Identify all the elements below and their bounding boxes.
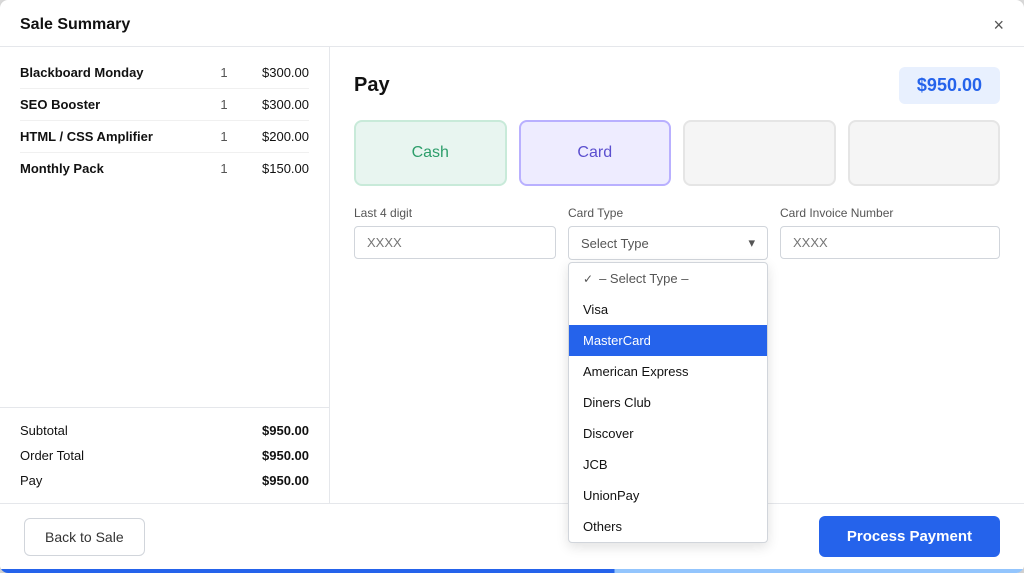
checkmark-icon: ✓ — [583, 272, 593, 286]
payment-methods: Cash Card — [354, 120, 1000, 186]
item-name: Blackboard Monday — [20, 65, 209, 80]
item-qty: 1 — [209, 161, 239, 176]
pay-row: Pay $950.00 — [20, 468, 309, 493]
cardtype-selected-label: Select Type — [581, 236, 649, 251]
last4-input[interactable] — [354, 226, 556, 259]
modal-title: Sale Summary — [20, 16, 130, 34]
invoice-group: Card Invoice Number — [780, 206, 1000, 259]
item-name: Monthly Pack — [20, 161, 209, 176]
item-name: HTML / CSS Amplifier — [20, 129, 209, 144]
last4-label: Last 4 digit — [354, 206, 556, 220]
table-row: Monthly Pack 1 $150.00 — [20, 153, 309, 184]
item-name: SEO Booster — [20, 97, 209, 112]
method3-button[interactable] — [683, 120, 836, 186]
dropdown-item-amex[interactable]: American Express — [569, 356, 767, 387]
invoice-label: Card Invoice Number — [780, 206, 1000, 220]
card-form: Last 4 digit Card Type Select Type ▾ ✓– … — [354, 206, 1000, 260]
table-row: Blackboard Monday 1 $300.00 — [20, 57, 309, 89]
cash-label: Cash — [412, 144, 449, 162]
item-price: $200.00 — [239, 129, 309, 144]
table-row: SEO Booster 1 $300.00 — [20, 89, 309, 121]
modal-body: Blackboard Monday 1 $300.00 SEO Booster … — [0, 47, 1024, 503]
invoice-input[interactable] — [780, 226, 1000, 259]
pay-summary-label: Pay — [20, 473, 42, 488]
order-total-label: Order Total — [20, 448, 84, 463]
pay-title: Pay — [354, 74, 390, 97]
pay-amount-badge: $950.00 — [899, 67, 1000, 104]
card-method-button[interactable]: Card — [519, 120, 672, 186]
cardtype-select[interactable]: Select Type ▾ — [568, 226, 768, 260]
card-label: Card — [577, 144, 612, 162]
pay-summary-value: $950.00 — [262, 473, 309, 488]
sidebar: Blackboard Monday 1 $300.00 SEO Booster … — [0, 47, 330, 503]
item-price: $300.00 — [239, 65, 309, 80]
cardtype-label: Card Type — [568, 206, 768, 220]
dropdown-item-unionpay[interactable]: UnionPay — [569, 480, 767, 511]
last4-group: Last 4 digit — [354, 206, 556, 259]
order-total-value: $950.00 — [262, 448, 309, 463]
dropdown-item-jcb[interactable]: JCB — [569, 449, 767, 480]
modal: Sale Summary × Blackboard Monday 1 $300.… — [0, 0, 1024, 573]
table-row: HTML / CSS Amplifier 1 $200.00 — [20, 121, 309, 153]
pay-panel: Pay $950.00 Cash Card Last 4 digit — [330, 47, 1024, 503]
item-qty: 1 — [209, 65, 239, 80]
item-price: $300.00 — [239, 97, 309, 112]
close-button[interactable]: × — [993, 16, 1004, 34]
method4-button[interactable] — [848, 120, 1001, 186]
modal-header: Sale Summary × — [0, 0, 1024, 47]
item-price: $150.00 — [239, 161, 309, 176]
cardtype-dropdown: ✓– Select Type –VisaMasterCardAmerican E… — [568, 262, 768, 543]
subtotal-label: Subtotal — [20, 423, 68, 438]
process-payment-button[interactable]: Process Payment — [819, 516, 1000, 557]
subtotal-row: Subtotal $950.00 — [20, 418, 309, 443]
chevron-down-icon: ▾ — [748, 235, 755, 251]
dropdown-item-others[interactable]: Others — [569, 511, 767, 542]
dropdown-item-mastercard[interactable]: MasterCard — [569, 325, 767, 356]
sale-items-list: Blackboard Monday 1 $300.00 SEO Booster … — [0, 47, 329, 407]
sidebar-footer: Subtotal $950.00 Order Total $950.00 Pay… — [0, 407, 329, 503]
pay-header: Pay $950.00 — [354, 67, 1000, 104]
subtotal-value: $950.00 — [262, 423, 309, 438]
item-qty: 1 — [209, 97, 239, 112]
cash-method-button[interactable]: Cash — [354, 120, 507, 186]
cardtype-group: Card Type Select Type ▾ ✓– Select Type –… — [568, 206, 768, 260]
dropdown-item-diners[interactable]: Diners Club — [569, 387, 767, 418]
item-qty: 1 — [209, 129, 239, 144]
dropdown-item-visa[interactable]: Visa — [569, 294, 767, 325]
order-total-row: Order Total $950.00 — [20, 443, 309, 468]
modal-footer: Back to Sale Process Payment — [0, 503, 1024, 569]
dropdown-item-select[interactable]: ✓– Select Type – — [569, 263, 767, 294]
dropdown-item-discover[interactable]: Discover — [569, 418, 767, 449]
back-to-sale-button[interactable]: Back to Sale — [24, 518, 145, 556]
bottom-progress-bar — [0, 569, 1024, 573]
